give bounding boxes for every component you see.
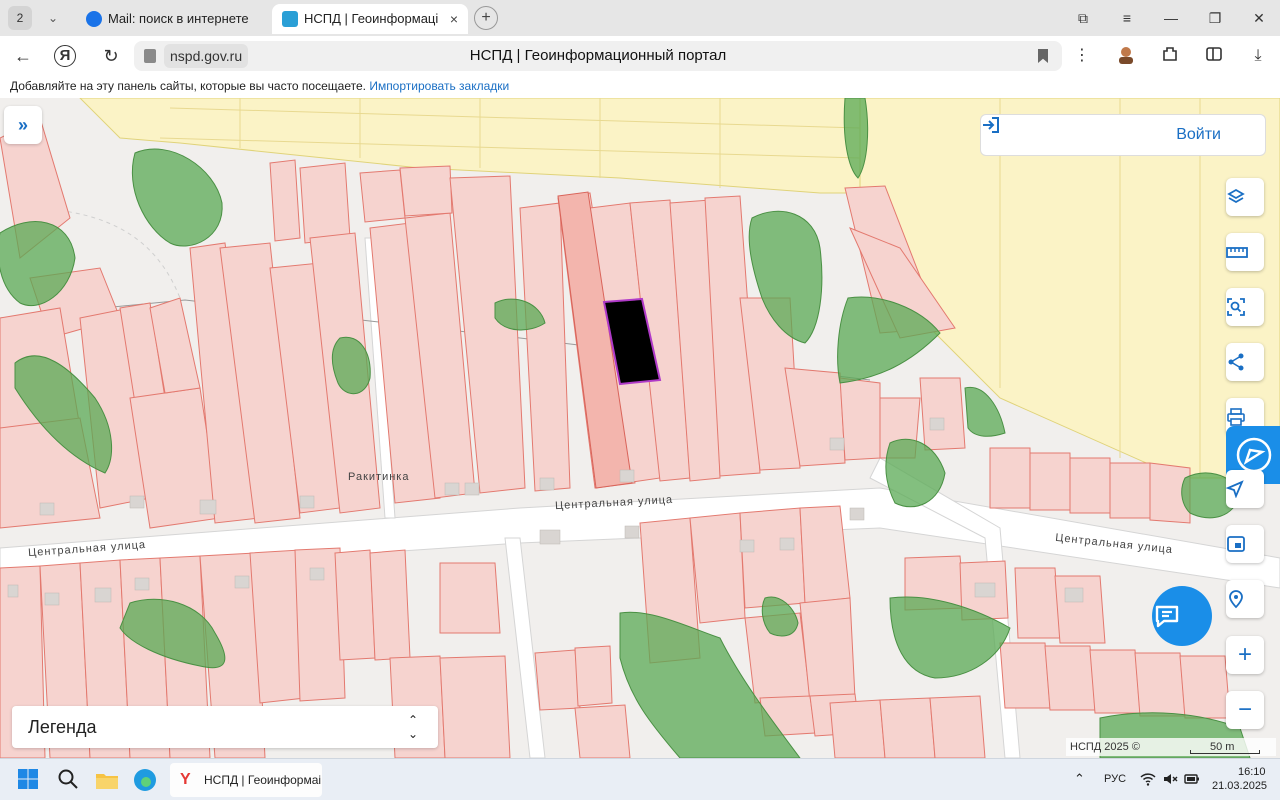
tab-count-badge[interactable]: 2 [8,6,32,30]
back-arrow-icon[interactable]: ← [10,44,36,68]
taskbar-app-yandex[interactable]: Y НСПД | Геоинформаі [170,763,322,797]
expand-panel-button[interactable]: » [4,106,42,144]
page-title: НСПД | Геоинформационный портал [469,47,727,64]
chat-support-icon[interactable] [1152,586,1212,646]
app-window: 2 ⌄ Mail: поиск в интернете НСПД | Геоин… [0,0,1280,800]
layers-icon[interactable] [1226,178,1264,216]
bookmarks-hint: Добавляйте на эту панель сайты, которые … [10,79,366,93]
browser-menu-icon[interactable]: ≡ [1114,6,1140,30]
download-icon[interactable]: ⤓ [1246,44,1270,68]
area-search-icon[interactable] [1226,288,1264,326]
geolocation-icon[interactable] [1226,470,1264,508]
map-layer [0,98,1280,758]
tab-mail-label: Mail: поиск в интернете [108,11,249,26]
volume-muted-icon[interactable] [1162,771,1178,787]
language-indicator[interactable]: РУС [1104,773,1126,785]
battery-icon[interactable] [1184,771,1200,787]
import-bookmarks-link[interactable]: Импортировать закладки [369,79,509,93]
legend-panel[interactable]: Легенда ⌃ ⌄ [12,706,438,748]
os-taskbar: Y НСПД | Геоинформаі ⌃ РУС 16:10 21.03.2… [0,758,1280,800]
more-options-icon[interactable]: ⋮ [1070,44,1094,68]
road [504,537,546,758]
nspd-favicon-icon [282,11,298,27]
extensions-icon[interactable] [1158,44,1182,68]
zoom-in-button[interactable]: + [1226,636,1264,674]
search-icon[interactable] [56,767,82,793]
clock-time[interactable]: 16:10 [1238,766,1266,778]
mail-favicon-icon [86,11,102,27]
login-button[interactable]: Войти [980,114,1266,156]
browser-tab-bar: 2 ⌄ Mail: поиск в интернете НСПД | Геоин… [0,0,1280,36]
sidebar-panel-icon[interactable] [1202,44,1226,68]
url-field[interactable]: nspd.gov.ru НСПД | Геоинформационный пор… [134,41,1062,71]
map-canvas[interactable]: Ракитинка Центральная улица Центральная … [0,98,1280,758]
wifi-icon[interactable] [1140,771,1156,787]
yandex-browser-icon: Y [180,771,191,788]
tray-chevron-icon[interactable]: ⌃ [1074,771,1085,787]
close-window-button[interactable]: ✕ [1246,6,1272,30]
tab-nspd-label: НСПД | Геоинформаці [304,11,439,26]
tab-close-icon[interactable]: × [450,4,458,34]
profile-avatar-icon[interactable] [1114,44,1138,68]
login-label: Войти [1176,126,1221,143]
address-bar-row: ← Я ↻ nspd.gov.ru НСПД | Геоинформационн… [0,36,1280,76]
share-icon[interactable] [1226,343,1264,381]
collections-icon[interactable]: ⧉ [1070,6,1096,30]
minimap-icon[interactable] [1226,525,1264,563]
new-tab-button[interactable]: + [474,6,498,30]
login-arrow-icon [983,117,999,133]
tab-list-chevron-icon[interactable]: ⌄ [40,6,66,30]
windows-start-icon[interactable] [16,767,42,793]
legend-toggle-icon[interactable]: ⌃ ⌄ [408,706,418,741]
tab-mail[interactable]: Mail: поиск в интернете [76,4,266,34]
clock-date[interactable]: 21.03.2025 [1212,780,1267,792]
edge-browser-icon[interactable] [132,767,158,793]
taskbar-app-label: НСПД | Геоинформаі [204,773,322,787]
yandex-logo-icon[interactable]: Я [54,45,76,67]
file-explorer-icon[interactable] [94,767,120,793]
legend-label: Легенда [28,717,97,737]
ruler-icon[interactable] [1226,233,1264,271]
tab-nspd[interactable]: НСПД | Геоинформаці × [272,4,468,34]
bookmarks-bar: Добавляйте на эту панель сайты, которые … [0,76,1280,98]
settlement-label: Ракитинка [348,471,410,483]
maximize-button[interactable]: ❐ [1202,6,1228,30]
minimize-button[interactable]: — [1158,6,1184,30]
zoom-out-button[interactable]: − [1226,691,1264,729]
scale-bar [1190,750,1260,754]
reload-icon[interactable]: ↻ [98,44,124,68]
location-search-icon[interactable] [1226,580,1264,618]
attribution-text: НСПД 2025 © [1070,741,1140,753]
